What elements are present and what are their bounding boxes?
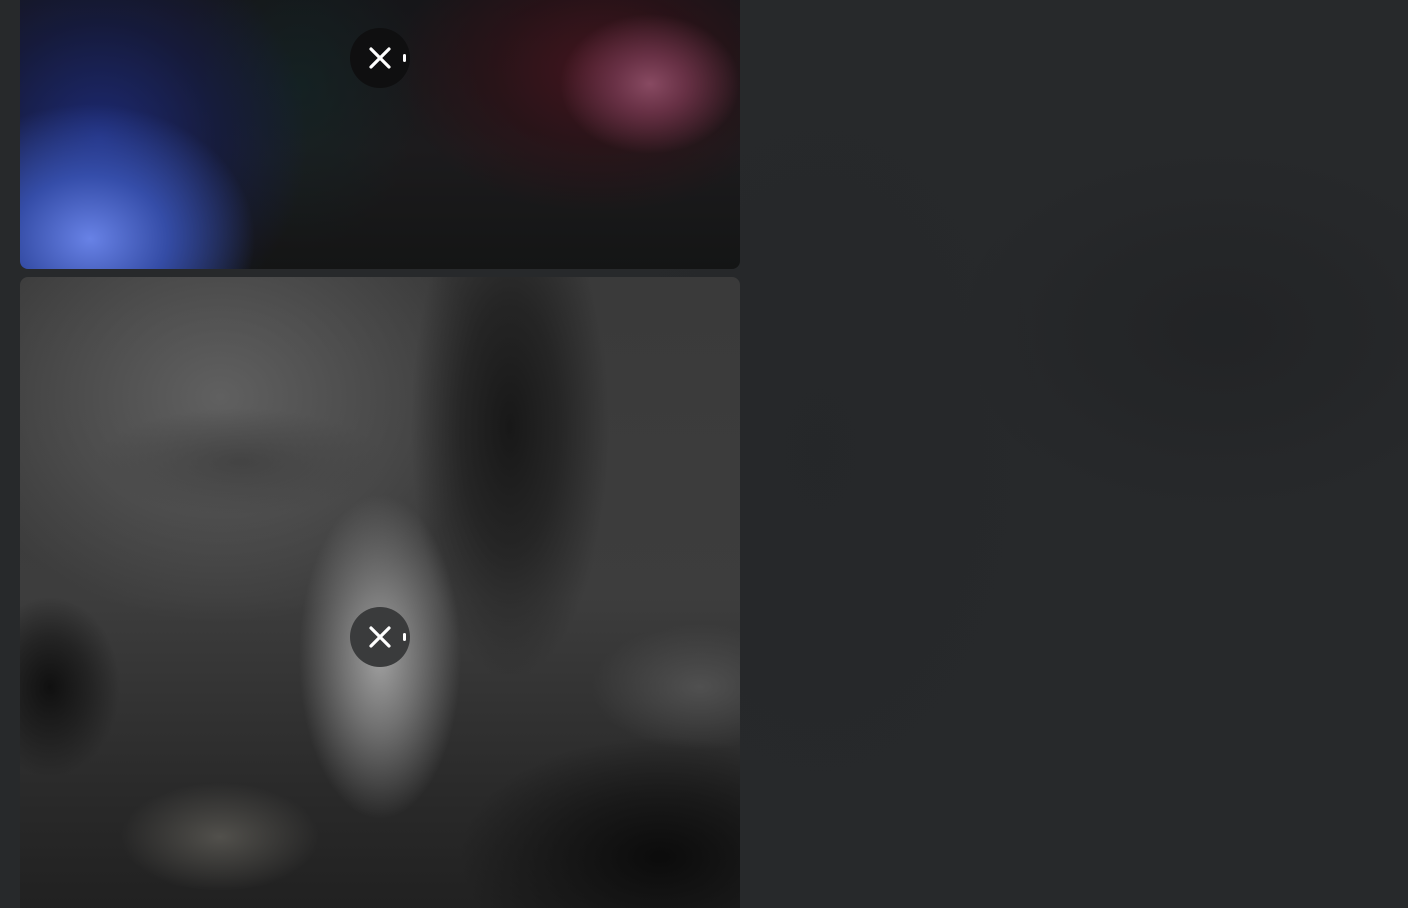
close-button[interactable] [350,28,410,88]
media-card-blurred-image[interactable] [20,277,740,908]
loading-indicator [403,54,406,62]
page [0,0,1408,908]
media-card-blurred-image[interactable] [20,0,740,269]
close-button[interactable] [350,607,410,667]
media-feed [20,0,740,908]
close-icon [369,626,391,648]
loading-indicator [403,633,406,641]
close-icon [369,47,391,69]
